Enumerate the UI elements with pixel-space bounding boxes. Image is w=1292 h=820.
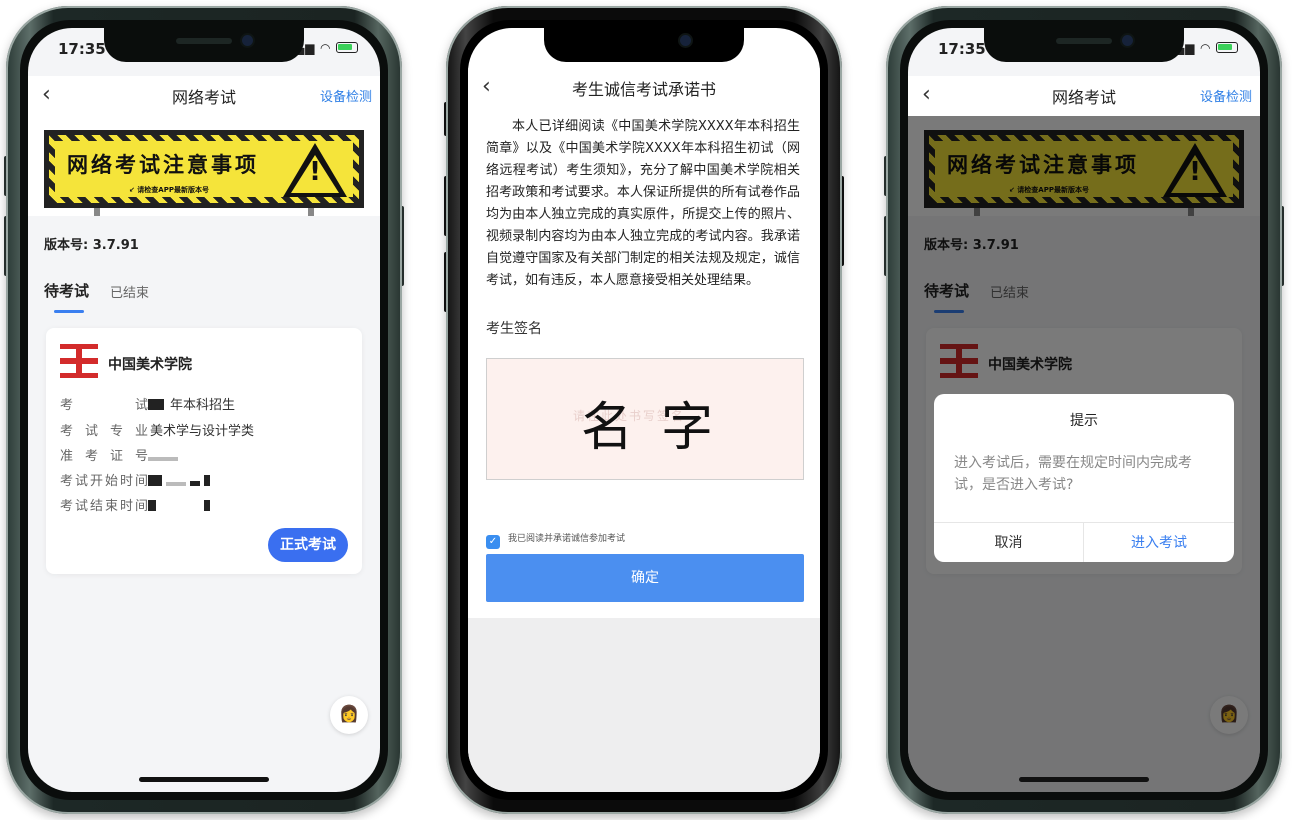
banner-heading: 网络考试注意事项 (67, 153, 259, 177)
signature-label: 考生签名 (486, 321, 542, 337)
start-exam-button[interactable]: 正式考试 (268, 528, 348, 562)
nav-bar: ‹ 网络考试 设备检测 (908, 76, 1260, 116)
screen: 17:35 ▂▄▆ ◠ ‹ 网络考试 设备检测 网络考试注意事项 ↙ 请检查AP… (28, 28, 380, 792)
status-time: 17:35 (938, 40, 986, 58)
signature-pad[interactable]: 请在此处书写签名 名字 (486, 358, 804, 480)
home-indicator[interactable] (139, 777, 269, 782)
exam-card: 中国美术学院 考 试年本科招生 考试专业 美术学与设计学类 准考证号 考试开始时间… (46, 328, 362, 574)
device-check-link[interactable]: 设备检测 (1200, 86, 1252, 105)
dialog-message: 进入考试后，需要在规定时间内完成考试，是否进入考试? (954, 455, 1192, 493)
version-label: 版本号: 3.7.91 (44, 238, 139, 253)
agree-checkbox-row[interactable]: ✓ 我已阅读并承诺诚信参加考试 (486, 531, 625, 549)
confirm-dialog: 提示 进入考试后，需要在规定时间内完成考试，是否进入考试? 取消 进入考试 (934, 394, 1234, 562)
banner-subtext: ↙ 请检查APP最新版本号 (129, 186, 209, 194)
row-start-time: 考试开始时间 (60, 470, 214, 489)
row-end-time: 考试结束时间 (60, 495, 214, 514)
dialog-title: 提示 (1070, 413, 1098, 429)
school-logo (60, 344, 98, 378)
status-time: 17:35 (58, 40, 106, 58)
battery-icon (336, 42, 358, 53)
nav-bar: ‹ 考生诚信考试承诺书 (468, 68, 820, 108)
page-title: 考生诚信考试承诺书 (571, 80, 716, 99)
tab-ended[interactable]: 已结束 (110, 282, 149, 301)
confirm-button[interactable]: 确定 (486, 554, 804, 602)
device-check-link[interactable]: 设备检测 (320, 86, 372, 105)
signature-strokes: 名字 (581, 398, 742, 458)
pledge-paragraph: 本人已详细阅读《中国美术学院XXXX年本科招生简章》以及《中国美术学院XXXX年… (486, 119, 800, 288)
row-exam: 考 试年本科招生 (60, 398, 236, 413)
phone-exam-list: 17:35 ▂▄▆ ◠ ‹ 网络考试 设备检测 网络考试注意事项 ↙ 请检查AP… (4, 6, 404, 814)
checkbox-checked-icon[interactable]: ✓ (486, 535, 500, 549)
tab-pending[interactable]: 待考试 (44, 280, 89, 301)
row-ticket: 准考证号 (60, 445, 182, 464)
school-name: 中国美术学院 (108, 357, 192, 373)
tab-indicator (54, 310, 84, 313)
row-major: 考试专业 美术学与设计学类 (60, 424, 255, 439)
phone-exam-dialog: 17:35 ▂▄▆ ◠ ‹ 网络考试 设备检测 网络考试注意事项 ↙ 请检查AP… (884, 6, 1284, 814)
exam-tabs: 待考试 已结束 (44, 280, 364, 320)
phone-pledge: ‹ 考生诚信考试承诺书 本人已详细阅读《中国美术学院XXXX年本科招生简章》以及… (444, 6, 844, 814)
home-indicator[interactable] (1019, 777, 1149, 782)
agree-text: 我已阅读并承诺诚信参加考试 (508, 534, 626, 544)
notice-banner[interactable]: 网络考试注意事项 ↙ 请检查APP最新版本号 ! (28, 116, 380, 216)
battery-icon (1216, 42, 1238, 53)
dialog-enter-exam-button[interactable]: 进入考试 (1084, 523, 1234, 562)
nav-bar: ‹ 网络考试 设备检测 (28, 76, 380, 116)
customer-service-icon[interactable]: 👩 (330, 696, 368, 734)
dialog-cancel-button[interactable]: 取消 (934, 523, 1084, 562)
